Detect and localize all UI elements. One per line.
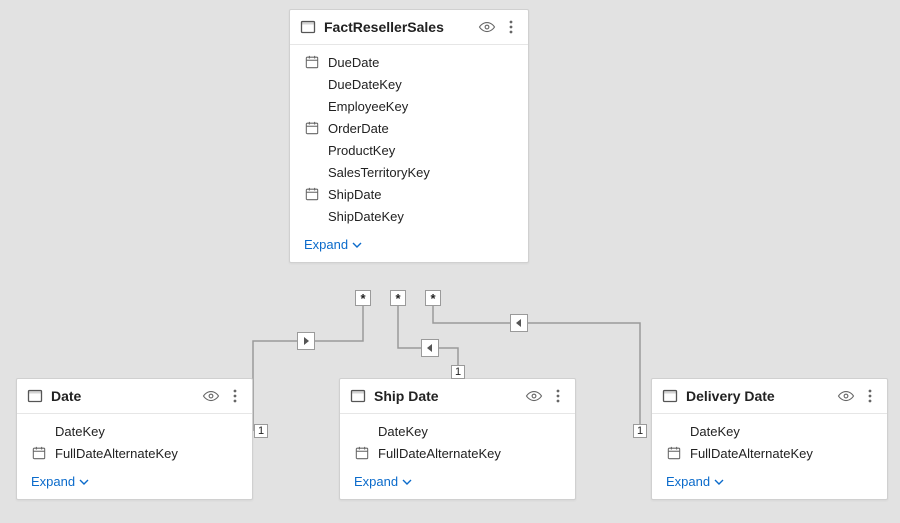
- chevron-down-icon: [402, 477, 412, 487]
- field-name: EmployeeKey: [328, 99, 408, 114]
- field-name: ShipDateKey: [328, 209, 404, 224]
- more-icon[interactable]: [504, 18, 518, 36]
- table-card-delivery[interactable]: Delivery Date DateKey FullDateAlternateK…: [651, 378, 888, 500]
- calendar-icon: [304, 54, 320, 70]
- expand-label: Expand: [354, 474, 398, 489]
- filter-direction-icon: [297, 332, 315, 350]
- field-row[interactable]: FullDateAlternateKey: [17, 442, 252, 464]
- more-icon[interactable]: [228, 387, 242, 405]
- table-header[interactable]: Ship Date: [340, 379, 575, 414]
- expand-label: Expand: [31, 474, 75, 489]
- table-card-date[interactable]: Date DateKey FullDateAlternateKey Expand: [16, 378, 253, 500]
- field-row[interactable]: DueDate: [290, 51, 528, 73]
- table-title: Ship Date: [374, 388, 517, 404]
- expand-button[interactable]: Expand: [340, 468, 575, 499]
- expand-label: Expand: [304, 237, 348, 252]
- field-list: DueDate DueDateKey EmployeeKey OrderDate…: [290, 45, 528, 231]
- field-name: DueDate: [328, 55, 379, 70]
- chevron-down-icon: [714, 477, 724, 487]
- calendar-icon: [666, 445, 682, 461]
- field-list: DateKey FullDateAlternateKey: [652, 414, 887, 468]
- filter-direction-icon: [510, 314, 528, 332]
- field-name: FullDateAlternateKey: [378, 446, 501, 461]
- calendar-icon: [354, 445, 370, 461]
- visibility-icon[interactable]: [525, 387, 543, 405]
- field-name: FullDateAlternateKey: [690, 446, 813, 461]
- cardinality-one-marker: 1: [451, 365, 465, 379]
- table-icon: [350, 388, 366, 404]
- table-card-shipdate[interactable]: Ship Date DateKey FullDateAlternateKey E…: [339, 378, 576, 500]
- expand-button[interactable]: Expand: [290, 231, 528, 262]
- more-icon[interactable]: [863, 387, 877, 405]
- cardinality-many-marker: *: [355, 290, 371, 306]
- cardinality-many-marker: *: [425, 290, 441, 306]
- field-row[interactable]: FullDateAlternateKey: [340, 442, 575, 464]
- field-row[interactable]: SalesTerritoryKey: [290, 161, 528, 183]
- visibility-icon[interactable]: [202, 387, 220, 405]
- table-title: FactResellerSales: [324, 19, 470, 35]
- visibility-icon[interactable]: [478, 18, 496, 36]
- field-name: OrderDate: [328, 121, 389, 136]
- expand-button[interactable]: Expand: [652, 468, 887, 499]
- more-icon[interactable]: [551, 387, 565, 405]
- field-name: DateKey: [378, 424, 428, 439]
- field-row[interactable]: DueDateKey: [290, 73, 528, 95]
- field-row[interactable]: DateKey: [652, 420, 887, 442]
- calendar-icon: [31, 445, 47, 461]
- table-icon: [300, 19, 316, 35]
- table-icon: [27, 388, 43, 404]
- field-list: DateKey FullDateAlternateKey: [17, 414, 252, 468]
- field-name: DateKey: [55, 424, 105, 439]
- field-row[interactable]: EmployeeKey: [290, 95, 528, 117]
- field-row[interactable]: ShipDateKey: [290, 205, 528, 227]
- table-title: Date: [51, 388, 194, 404]
- field-name: FullDateAlternateKey: [55, 446, 178, 461]
- cardinality-one-marker: 1: [254, 424, 268, 438]
- table-header[interactable]: Delivery Date: [652, 379, 887, 414]
- field-list: DateKey FullDateAlternateKey: [340, 414, 575, 468]
- table-icon: [662, 388, 678, 404]
- field-name: DateKey: [690, 424, 740, 439]
- field-row[interactable]: FullDateAlternateKey: [652, 442, 887, 464]
- table-card-fact[interactable]: FactResellerSales DueDate DueDateKey Emp…: [289, 9, 529, 263]
- cardinality-many-marker: *: [390, 290, 406, 306]
- table-header[interactable]: Date: [17, 379, 252, 414]
- visibility-icon[interactable]: [837, 387, 855, 405]
- chevron-down-icon: [79, 477, 89, 487]
- field-row[interactable]: ShipDate: [290, 183, 528, 205]
- filter-direction-icon: [421, 339, 439, 357]
- expand-label: Expand: [666, 474, 710, 489]
- field-row[interactable]: ProductKey: [290, 139, 528, 161]
- field-row[interactable]: DateKey: [340, 420, 575, 442]
- field-row[interactable]: DateKey: [17, 420, 252, 442]
- table-header[interactable]: FactResellerSales: [290, 10, 528, 45]
- calendar-icon: [304, 186, 320, 202]
- chevron-down-icon: [352, 240, 362, 250]
- table-title: Delivery Date: [686, 388, 829, 404]
- field-name: SalesTerritoryKey: [328, 165, 430, 180]
- field-name: DueDateKey: [328, 77, 402, 92]
- field-row[interactable]: OrderDate: [290, 117, 528, 139]
- field-name: ProductKey: [328, 143, 395, 158]
- cardinality-one-marker: 1: [633, 424, 647, 438]
- field-name: ShipDate: [328, 187, 381, 202]
- calendar-icon: [304, 120, 320, 136]
- expand-button[interactable]: Expand: [17, 468, 252, 499]
